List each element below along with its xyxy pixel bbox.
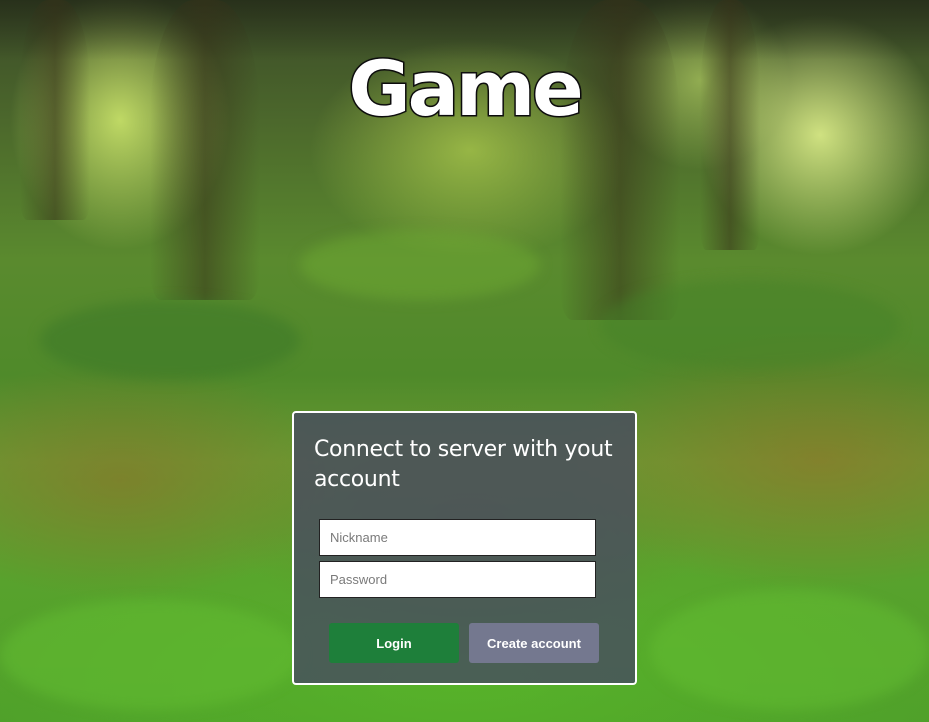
foliage-patch bbox=[300, 230, 540, 300]
foliage-patch bbox=[40, 300, 300, 380]
login-panel-heading: Connect to server with yout account bbox=[314, 437, 613, 492]
password-input[interactable] bbox=[319, 561, 596, 598]
login-button[interactable]: Login bbox=[329, 623, 459, 663]
nickname-input[interactable] bbox=[319, 519, 596, 556]
foliage-patch bbox=[650, 590, 929, 710]
game-title: Game bbox=[347, 43, 585, 135]
foliage-patch bbox=[600, 280, 900, 370]
login-panel: Connect to server with yout account Logi… bbox=[292, 411, 637, 685]
create-account-button[interactable]: Create account bbox=[469, 623, 599, 663]
foliage-patch bbox=[0, 600, 300, 710]
